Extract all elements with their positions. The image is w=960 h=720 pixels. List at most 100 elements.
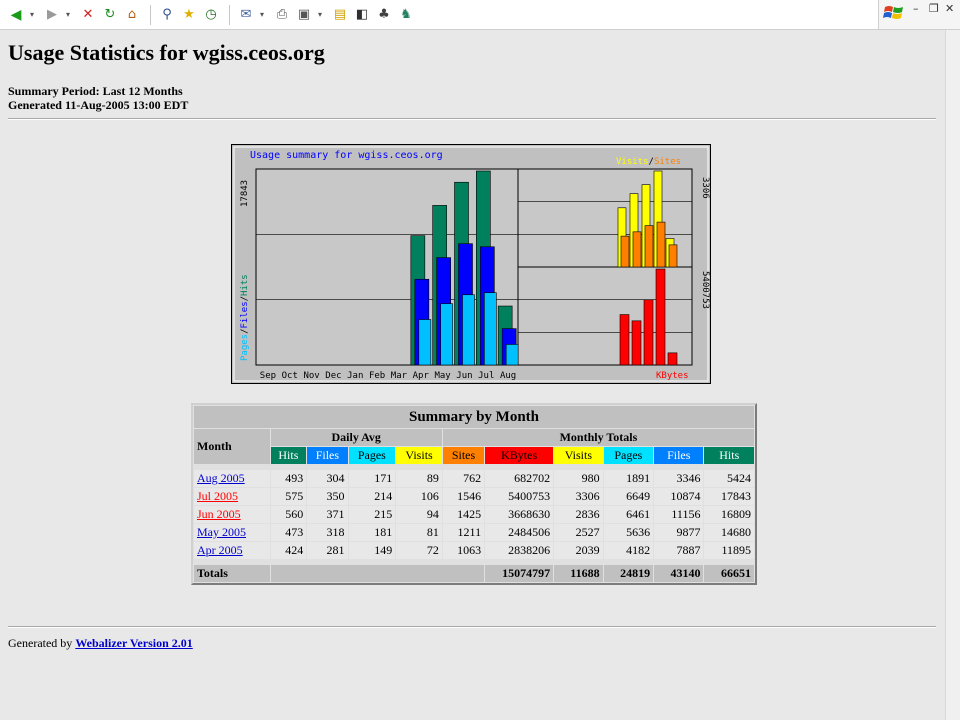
month-link[interactable]: Aug 2005 bbox=[197, 471, 245, 485]
x-tick-label: Oct bbox=[282, 371, 298, 381]
bar-kbytes bbox=[619, 314, 630, 366]
month-link[interactable]: Jul 2005 bbox=[197, 489, 238, 503]
cell-sites: 1063 bbox=[442, 542, 485, 559]
history-icon[interactable]: ◷ bbox=[201, 5, 221, 25]
forward-icon[interactable]: ▶ bbox=[42, 5, 62, 25]
search-icon[interactable]: ⚲ bbox=[157, 5, 177, 25]
table-row: Jul 2005 575 350 214 106 1546 5400753 3306 6649 1… bbox=[194, 488, 754, 505]
cell-kbytes: 3668630 bbox=[485, 506, 554, 523]
bar-kbytes bbox=[655, 268, 666, 366]
bar-sites bbox=[644, 225, 654, 268]
daily-files-header: Files bbox=[307, 447, 348, 464]
usage-chart: Usage summary for wgiss.ceos.org Visits/… bbox=[232, 145, 710, 383]
cell-m-files: 10874 bbox=[654, 488, 704, 505]
monthly-hits-header: Hits bbox=[704, 447, 754, 464]
bar-kbytes bbox=[643, 299, 654, 366]
bar-kbytes bbox=[631, 320, 642, 366]
cell-files: 304 bbox=[307, 470, 348, 487]
minimize-button[interactable]: – bbox=[913, 2, 919, 15]
cell-m-hits: 17843 bbox=[704, 488, 754, 505]
divider bbox=[8, 626, 936, 628]
monthly-visits-header: Visits bbox=[554, 447, 603, 464]
month-link[interactable]: Jun 2005 bbox=[197, 507, 241, 521]
refresh-icon[interactable]: ↻ bbox=[100, 5, 120, 25]
edit-dropdown-icon[interactable]: ▾ bbox=[316, 5, 324, 25]
window-controls: – ❐ ✕ bbox=[878, 0, 960, 30]
bar-pages bbox=[440, 303, 453, 366]
cell-visits: 72 bbox=[396, 542, 442, 559]
bar-pages bbox=[418, 319, 432, 366]
cell-m-files: 11156 bbox=[654, 506, 704, 523]
cell-files: 318 bbox=[307, 524, 348, 541]
cell-m-visits: 3306 bbox=[554, 488, 603, 505]
webalizer-link[interactable]: Webalizer Version 2.01 bbox=[75, 636, 192, 650]
footer-prefix: Generated by bbox=[8, 636, 76, 650]
page-content: Usage Statistics for wgiss.ceos.org Summ… bbox=[0, 30, 946, 720]
home-icon[interactable]: ⌂ bbox=[122, 5, 142, 25]
x-tick-label: Jan bbox=[347, 371, 363, 381]
daily-hits-header: Hits bbox=[270, 447, 307, 464]
daily-pages-header: Pages bbox=[348, 447, 396, 464]
cell-kbytes: 2484506 bbox=[485, 524, 554, 541]
chart-title: Usage summary for wgiss.ceos.org bbox=[250, 150, 443, 161]
bar-kbytes bbox=[667, 352, 678, 366]
divider bbox=[8, 118, 936, 120]
cell-hits: 493 bbox=[270, 470, 307, 487]
month-link[interactable]: May 2005 bbox=[197, 525, 246, 539]
visits-ymax-label: 3306 bbox=[700, 177, 710, 199]
table-row: Apr 2005 424 281 149 72 1063 2838206 2039 4182 78… bbox=[194, 542, 754, 559]
cell-kbytes: 682702 bbox=[485, 470, 554, 487]
summary-period: Summary Period: Last 12 Months bbox=[8, 84, 183, 98]
ylabel-files: Files bbox=[240, 301, 250, 328]
stop-icon[interactable]: ✕ bbox=[78, 5, 98, 25]
cell-hits: 424 bbox=[270, 542, 307, 559]
messenger-icon[interactable]: ◧ bbox=[352, 5, 372, 25]
cell-files: 350 bbox=[307, 488, 348, 505]
cell-m-hits: 5424 bbox=[704, 470, 754, 487]
cell-hits: 473 bbox=[270, 524, 307, 541]
bar-pages bbox=[462, 294, 475, 366]
cell-visits: 106 bbox=[396, 488, 442, 505]
bar-pages bbox=[505, 344, 519, 366]
back-dropdown-icon[interactable]: ▾ bbox=[28, 5, 36, 25]
total-files: 43140 bbox=[654, 565, 704, 582]
favorites-icon[interactable]: ★ bbox=[179, 5, 199, 25]
forward-dropdown-icon[interactable]: ▾ bbox=[64, 5, 72, 25]
vertical-scrollbar[interactable] bbox=[945, 30, 960, 720]
totals-label: Totals bbox=[194, 565, 270, 582]
print-icon[interactable]: ⎙ bbox=[272, 5, 292, 25]
back-icon[interactable]: ◀ bbox=[6, 5, 26, 25]
kbytes-ymax-label: 5400753 bbox=[700, 271, 710, 309]
mail-dropdown-icon[interactable]: ▾ bbox=[258, 5, 266, 25]
cell-m-files: 9877 bbox=[654, 524, 704, 541]
total-visits: 11688 bbox=[554, 565, 603, 582]
kbytes-legend: KBytes bbox=[656, 371, 689, 381]
research-icon[interactable]: ♣ bbox=[374, 5, 394, 25]
legend-sites: Sites bbox=[654, 157, 681, 167]
bar-sites bbox=[632, 231, 642, 268]
discuss-icon[interactable]: ▤ bbox=[330, 5, 350, 25]
edit-icon[interactable]: ▣ bbox=[294, 5, 314, 25]
x-tick-label: Sep bbox=[260, 371, 276, 381]
ylabel-pages: Pages bbox=[240, 334, 250, 361]
table-row: Aug 2005 493 304 171 89 762 682702 980 1891 3346 5… bbox=[194, 470, 754, 487]
restore-button[interactable]: ❐ bbox=[929, 2, 939, 15]
usage-graph: Usage summary for wgiss.ceos.org Visits/… bbox=[231, 144, 711, 384]
legend-visits: Visits bbox=[616, 157, 649, 167]
windows-logo-icon bbox=[883, 6, 903, 19]
monthly-totals-header: Monthly Totals bbox=[442, 429, 754, 446]
toolbar-separator bbox=[150, 4, 151, 25]
close-button[interactable]: ✕ bbox=[945, 2, 954, 15]
msn-icon[interactable]: ♞ bbox=[396, 5, 416, 25]
cell-visits: 89 bbox=[396, 470, 442, 487]
cell-sites: 1546 bbox=[442, 488, 485, 505]
monthly-pages-header: Pages bbox=[603, 447, 654, 464]
x-tick-label: Jun bbox=[456, 371, 472, 381]
daily-avg-header: Daily Avg bbox=[270, 429, 442, 446]
table-row: Jun 2005 560 371 215 94 1425 3668630 2836 6461 11… bbox=[194, 506, 754, 523]
mail-icon[interactable]: ✉ bbox=[236, 5, 256, 25]
month-link[interactable]: Apr 2005 bbox=[197, 543, 243, 557]
cell-pages: 214 bbox=[348, 488, 396, 505]
bar-pages bbox=[484, 292, 497, 366]
x-tick-label: Feb bbox=[369, 371, 385, 381]
